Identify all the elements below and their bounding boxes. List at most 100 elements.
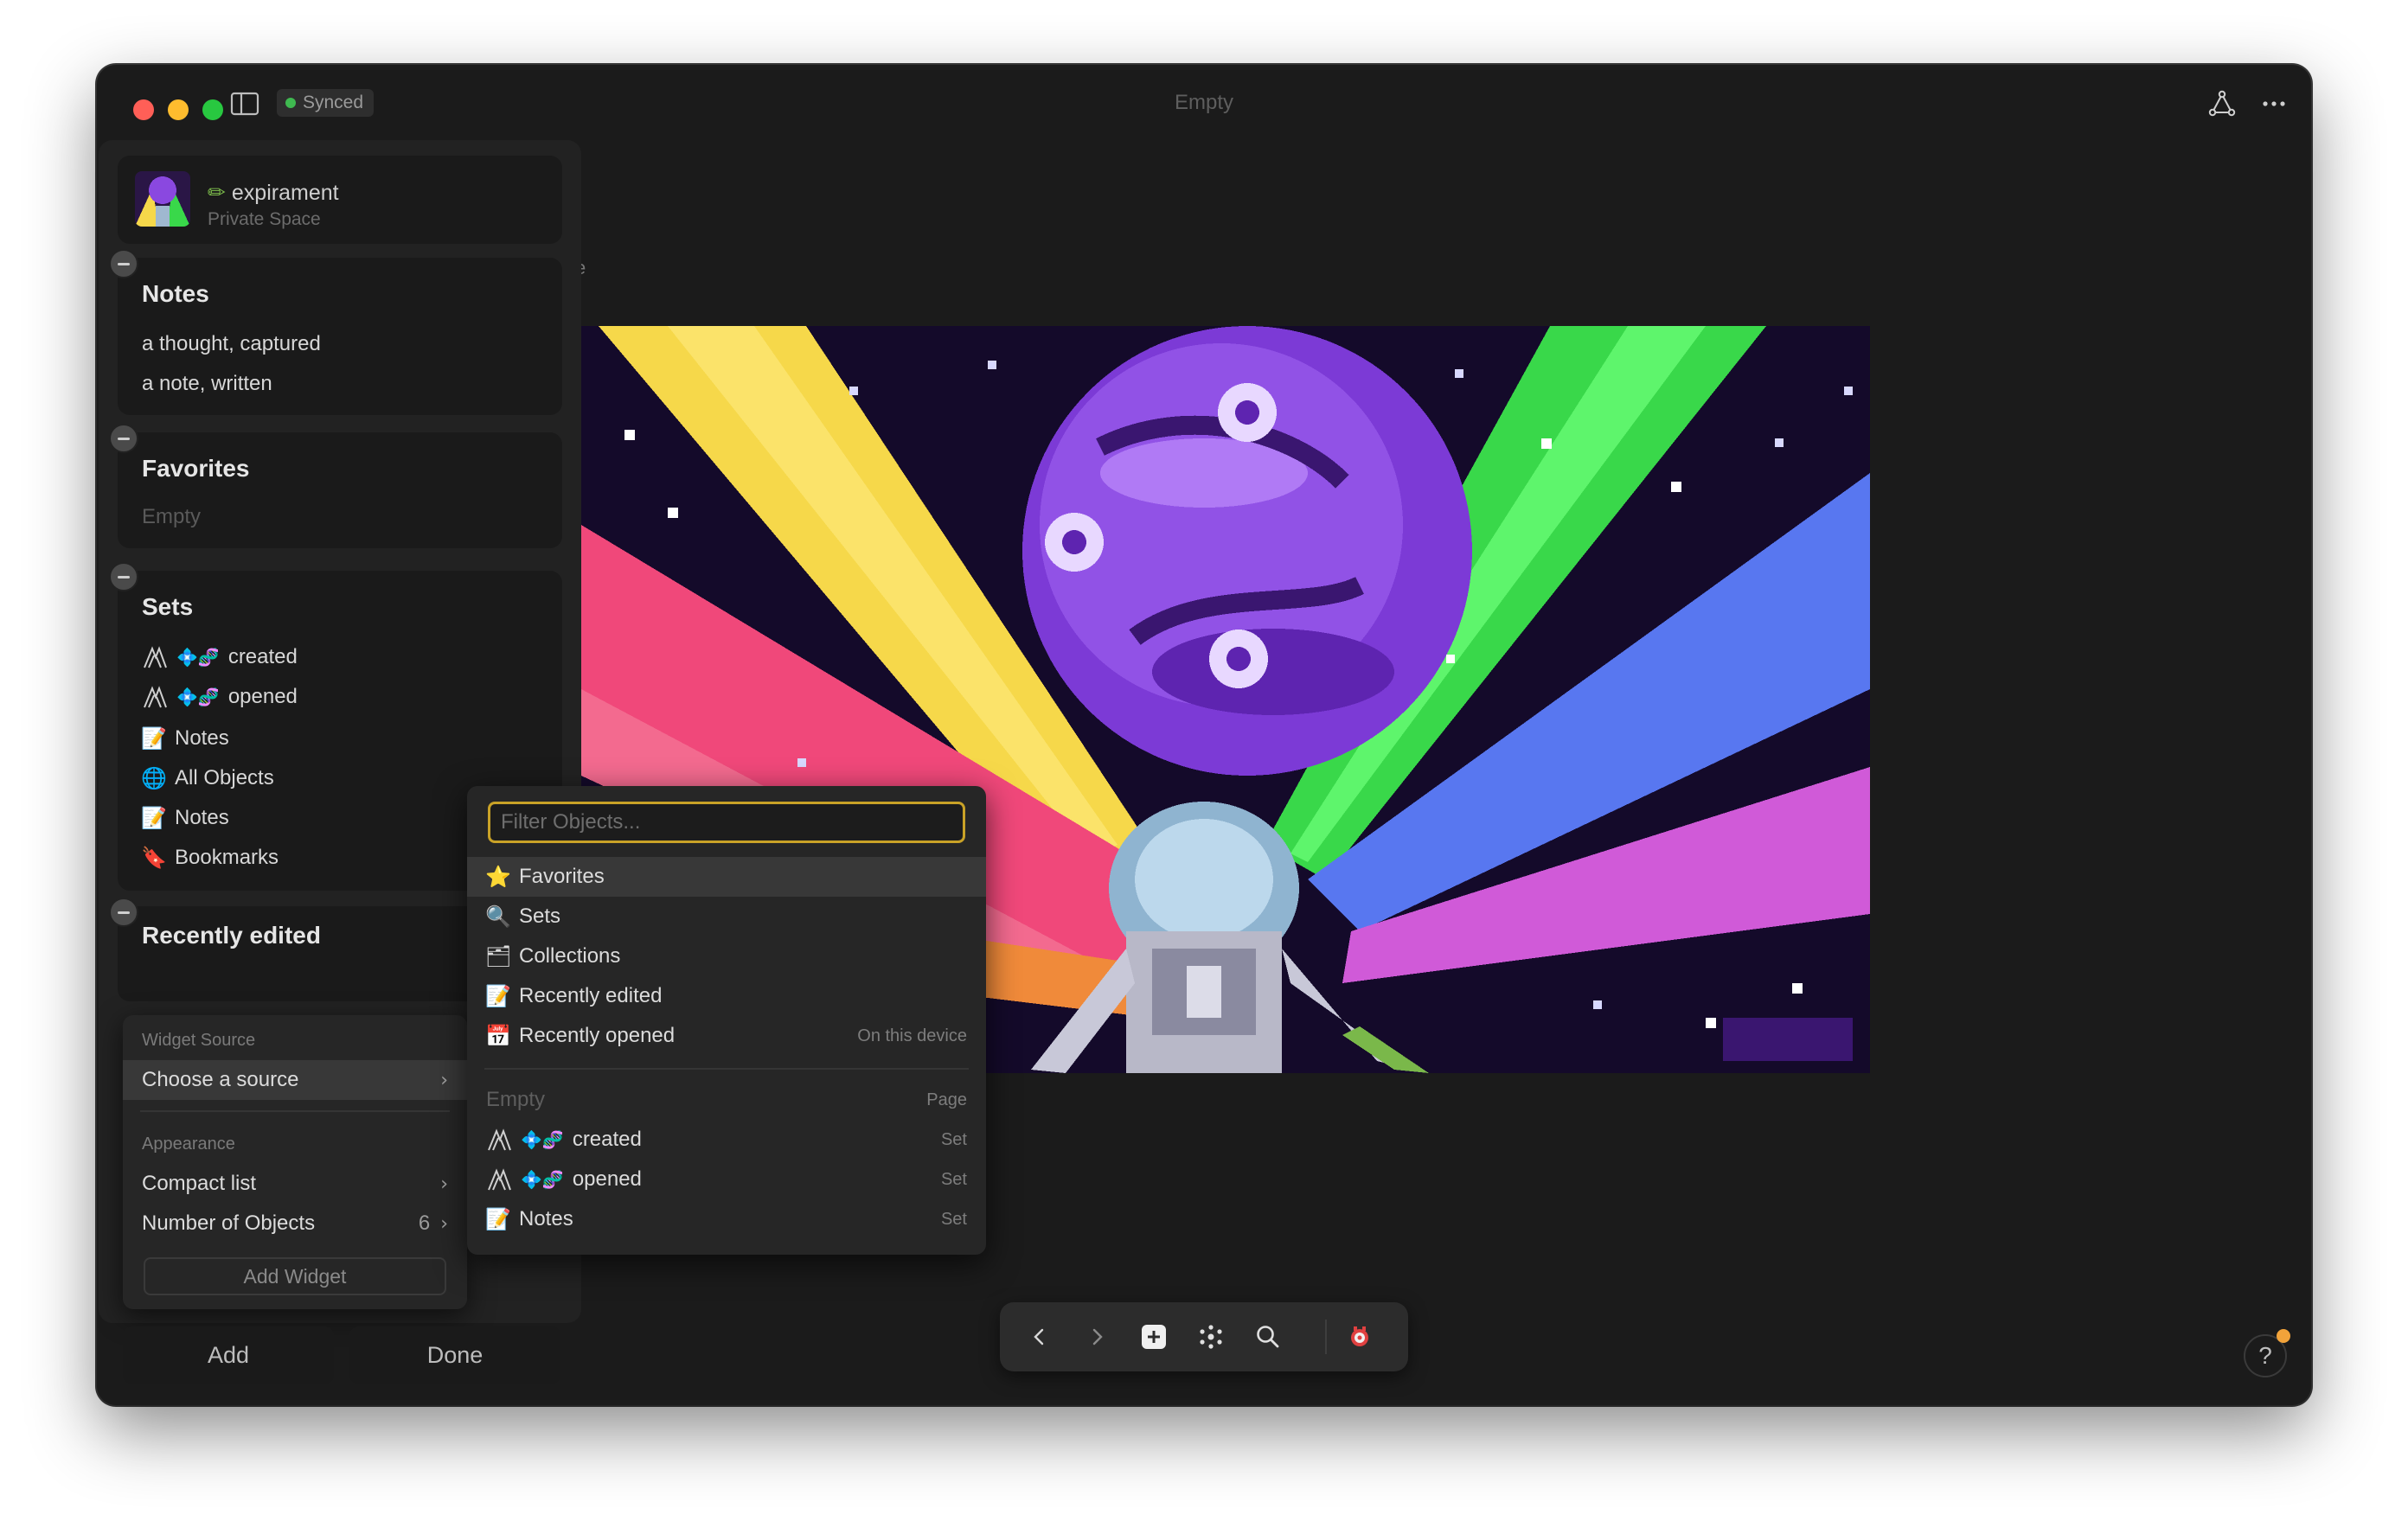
more-options-icon[interactable]: [2259, 89, 2289, 118]
option-label: Recently edited: [519, 984, 663, 1007]
menu-item-value: 6: [418, 1211, 431, 1235]
navigation-toolbar: [1000, 1302, 1408, 1371]
memo-icon: 📝: [485, 1207, 511, 1231]
pencil-icon: ✏: [208, 180, 226, 205]
chevron-right-icon: ›: [440, 1173, 448, 1195]
widget-title: Notes: [142, 280, 209, 307]
set-emoji-icon: 💠🧬: [176, 687, 220, 707]
type-set-icon: [488, 1128, 511, 1151]
option-meta: Set: [940, 1209, 967, 1229]
space-card[interactable]: ✏ expirament Private Space: [118, 156, 562, 244]
source-option-collections[interactable]: 🗂 Collections: [467, 936, 986, 976]
list-item-label: All Objects: [175, 766, 274, 789]
option-meta: On this device: [857, 1026, 967, 1045]
option-label: Collections: [519, 944, 621, 968]
menu-item-label: Compact list: [142, 1172, 257, 1195]
widget-title: Sets: [142, 593, 194, 620]
done-button[interactable]: Done: [349, 1326, 560, 1384]
list-item[interactable]: 🌐 All Objects: [141, 766, 274, 790]
section-header: Appearance: [142, 1135, 235, 1154]
menu-divider: [484, 1068, 969, 1070]
add-widget-button[interactable]: Add Widget: [144, 1257, 446, 1295]
object-option-opened[interactable]: 💠🧬 opened Set: [467, 1160, 986, 1199]
widget-title: Recently edited: [142, 922, 321, 949]
remove-widget-button[interactable]: [109, 898, 138, 927]
list-item[interactable]: 💠🧬 created: [142, 645, 298, 669]
graph-icon: [1200, 1325, 1222, 1349]
calendar-icon: 📅: [485, 1024, 511, 1048]
option-label: opened: [572, 1167, 642, 1191]
option-label: Recently opened: [519, 1024, 676, 1047]
graph-button[interactable]: [1194, 1320, 1228, 1354]
option-meta: Set: [940, 1129, 967, 1149]
choose-source-menu-item[interactable]: Choose a source ›: [123, 1060, 467, 1100]
window-title: Empty: [1174, 91, 1233, 114]
list-item-label: Notes: [175, 726, 229, 750]
remove-widget-button[interactable]: [109, 424, 138, 453]
option-label: Favorites: [519, 865, 605, 888]
object-option-empty[interactable]: Empty Page: [467, 1080, 986, 1120]
source-option-sets[interactable]: 🔍 Sets: [467, 897, 986, 936]
set-emoji-icon: 💠🧬: [176, 647, 220, 668]
folder-icon: 🗂: [484, 944, 512, 968]
menu-item-label: Choose a source: [142, 1068, 299, 1091]
space-subtitle: Private Space: [208, 209, 321, 229]
memo-icon: 📝: [141, 806, 167, 830]
source-picker-dropdown: ⭐ Favorites 🔍 Sets 🗂 Collections 📝 Recen…: [467, 786, 986, 1255]
notes-widget: Notes a thought, captured a note, writte…: [109, 249, 562, 415]
empty-state-text: Empty: [142, 505, 202, 528]
filter-objects-input[interactable]: [488, 802, 965, 843]
list-item[interactable]: 🔖 Bookmarks: [141, 846, 279, 870]
chevron-right-icon: ›: [440, 1069, 448, 1091]
star-icon: ⭐: [485, 865, 511, 889]
back-button[interactable]: [1022, 1320, 1057, 1354]
toolbar-divider: [1325, 1320, 1327, 1354]
list-item[interactable]: 📝 Notes: [141, 806, 229, 830]
source-option-favorites[interactable]: ⭐ Favorites: [467, 857, 986, 897]
bookmark-icon: 🔖: [141, 846, 167, 870]
list-item-label: opened: [227, 685, 298, 708]
option-label: created: [572, 1128, 642, 1151]
type-set-icon: [488, 1168, 511, 1191]
type-set-icon: [144, 646, 167, 668]
option-label: Notes: [519, 1207, 573, 1230]
space-name-label: expirament: [231, 181, 339, 205]
option-label: Empty: [486, 1088, 546, 1111]
globe-icon: 🌐: [141, 766, 167, 790]
option-meta: Page: [926, 1090, 967, 1109]
list-item[interactable]: 📝 Notes: [141, 726, 229, 751]
add-button[interactable]: Add: [123, 1326, 334, 1384]
compact-list-menu-item[interactable]: Compact list ›: [123, 1164, 467, 1204]
option-label: Sets: [519, 904, 561, 928]
search-button[interactable]: [1251, 1320, 1285, 1354]
menu-item-label: Number of Objects: [142, 1211, 316, 1235]
space-avatar-icon: [135, 171, 190, 227]
plus-square-icon: [1142, 1325, 1166, 1349]
list-item[interactable]: 💠🧬 opened: [142, 685, 298, 709]
create-object-button[interactable]: [1137, 1320, 1171, 1354]
space-name: ✏ expirament: [208, 180, 339, 206]
remove-widget-button[interactable]: [109, 249, 138, 278]
chevron-left-icon: [1034, 1328, 1044, 1345]
object-option-notes[interactable]: 📝 Notes Set: [467, 1199, 986, 1239]
type-set-icon: [144, 686, 167, 708]
list-item-label: created: [227, 645, 298, 668]
forward-button[interactable]: [1079, 1320, 1114, 1354]
memo-icon: 📝: [485, 984, 511, 1008]
list-item[interactable]: a note, written: [142, 372, 272, 396]
chevron-right-icon: ›: [440, 1212, 448, 1235]
source-option-recently-edited[interactable]: 📝 Recently edited: [467, 976, 986, 1016]
widget-title: Favorites: [142, 455, 250, 482]
number-of-objects-menu-item[interactable]: Number of Objects 6 ›: [123, 1204, 467, 1243]
profile-button[interactable]: [1342, 1320, 1377, 1354]
source-option-recently-opened[interactable]: 📅 Recently opened On this device: [467, 1016, 986, 1056]
object-option-created[interactable]: 💠🧬 created Set: [467, 1120, 986, 1160]
remove-widget-button[interactable]: [109, 562, 138, 591]
list-item-label: Notes: [175, 806, 229, 829]
set-emoji-icon: 💠🧬: [521, 1129, 564, 1150]
graph-share-icon[interactable]: [2207, 89, 2237, 118]
section-header: Widget Source: [142, 1031, 256, 1050]
profile-avatar-icon: [1351, 1326, 1368, 1346]
list-item[interactable]: a thought, captured: [142, 332, 321, 356]
option-meta: Set: [940, 1169, 967, 1189]
